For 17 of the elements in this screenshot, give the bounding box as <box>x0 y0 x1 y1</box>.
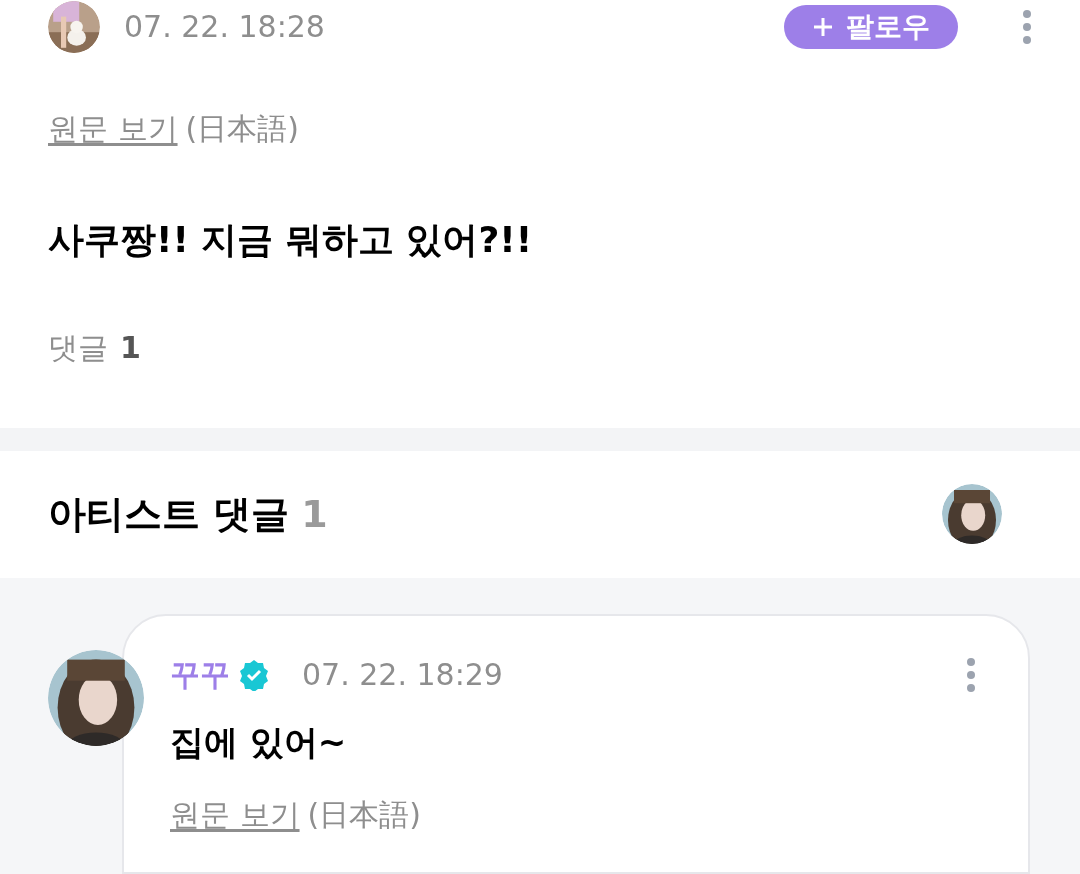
post-time: 07. 22. 18:28 <box>124 8 325 47</box>
more-options-icon[interactable] <box>966 656 976 693</box>
comments-count: 1 <box>120 328 141 367</box>
comment-time: 07. 22. 18:29 <box>302 656 503 694</box>
view-original-link[interactable]: 원문 보기 <box>170 792 300 837</box>
comments-label[interactable]: 댓글 <box>48 324 108 370</box>
more-options-icon[interactable] <box>1022 8 1032 45</box>
plus-icon <box>812 15 834 38</box>
language-label: (日本語) <box>185 109 299 148</box>
section-title: 아티스트 댓글 <box>48 491 290 538</box>
post-text: 사쿠짱!! 지금 뭐하고 있어?!! <box>48 218 533 260</box>
language-label: (日本語) <box>307 796 421 834</box>
view-original-link[interactable]: 원문 보기 <box>48 105 178 151</box>
section-count: 1 <box>301 491 328 538</box>
follow-button[interactable]: 팔로우 <box>784 4 958 49</box>
artist-name[interactable]: 꾸꾸 <box>170 652 230 697</box>
comment-text: 집에 있어~ <box>170 721 348 764</box>
